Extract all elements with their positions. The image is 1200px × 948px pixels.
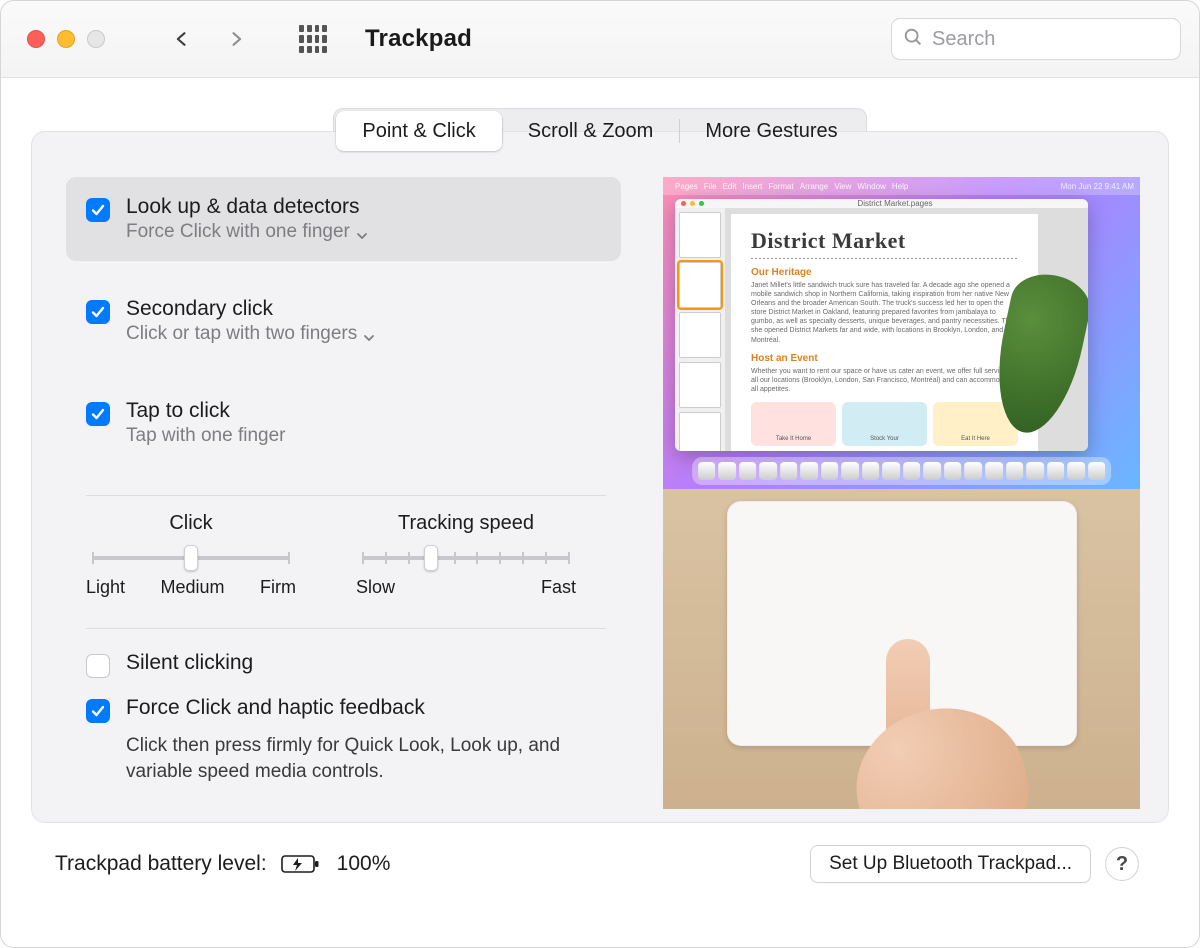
search-field[interactable] [891, 18, 1181, 60]
slider-tracking-speed[interactable] [356, 545, 576, 571]
option-tap-to-click[interactable]: Tap to click Tap with one finger [66, 381, 621, 465]
preview-menubar: Pages File Edit Insert Format Arrange Vi… [663, 177, 1140, 195]
preview-desktop: Pages File Edit Insert Format Arrange Vi… [663, 177, 1140, 489]
preview-pages-thumbnails [675, 208, 725, 451]
trackpad-prefs-window: Trackpad Point & Click Scroll & Zoom Mor… [0, 0, 1200, 948]
option-subtitle: Tap with one finger [126, 425, 286, 447]
option-title: Tap to click [126, 399, 286, 423]
slider-label: Slow [356, 577, 395, 598]
checkbox-silent-clicking[interactable] [86, 654, 110, 678]
battery-percentage: 100% [337, 852, 391, 876]
preview-paragraph: Janet Millet's little sandwich truck sur… [751, 281, 1018, 345]
preview-doc-title: District Market [751, 228, 1018, 254]
chevron-down-icon [363, 328, 375, 340]
checkbox-tap-to-click[interactable] [86, 402, 110, 426]
battery-charging-icon [281, 853, 321, 875]
preview-heading: Host an Event [751, 353, 1018, 364]
option-lookup-data-detectors[interactable]: Look up & data detectors Force Click wit… [66, 177, 621, 261]
option-secondary-click[interactable]: Secondary click Click or tap with two fi… [66, 279, 621, 363]
forward-button[interactable] [221, 24, 251, 54]
preview-card: Take It Home [751, 402, 836, 446]
preview-card: Stock Your [842, 402, 927, 446]
divider [86, 628, 606, 629]
option-subtitle-dropdown[interactable]: Click or tap with two fingers [126, 323, 375, 345]
tab-scroll-zoom[interactable]: Scroll & Zoom [502, 111, 680, 151]
search-icon [902, 26, 924, 53]
back-button[interactable] [167, 24, 197, 54]
window-toolbar: Trackpad [1, 1, 1199, 78]
window-footer: Trackpad battery level: 100% Set Up Blue… [31, 823, 1169, 883]
checkbox-secondary-click[interactable] [86, 300, 110, 324]
close-window-button[interactable] [27, 30, 45, 48]
help-button[interactable]: ? [1105, 847, 1139, 881]
checkbox-force-click[interactable] [86, 699, 110, 723]
show-all-prefs-button[interactable] [299, 25, 327, 53]
preview-menubar-time: Mon Jun 22 9:41 AM [1061, 182, 1134, 191]
slider-label: Fast [541, 577, 576, 598]
preview-trackpad-area [663, 489, 1140, 809]
settings-panel: Look up & data detectors Force Click wit… [31, 131, 1169, 823]
slider-click-heading: Click [86, 512, 296, 535]
window-title: Trackpad [365, 25, 472, 53]
tab-bar: Point & Click Scroll & Zoom More Gesture… [333, 108, 866, 154]
minimize-window-button[interactable] [57, 30, 75, 48]
slider-tracking-heading: Tracking speed [356, 512, 576, 535]
chevron-down-icon [356, 226, 368, 238]
tab-more-gestures[interactable]: More Gestures [679, 111, 863, 151]
option-title: Look up & data detectors [126, 195, 368, 219]
gesture-preview: Pages File Edit Insert Format Arrange Vi… [663, 177, 1140, 809]
option-subtitle-dropdown[interactable]: Force Click with one finger [126, 221, 368, 243]
checkbox-lookup[interactable] [86, 198, 110, 222]
preview-dock [692, 457, 1112, 485]
divider [86, 495, 606, 496]
zoom-window-button[interactable] [87, 30, 105, 48]
option-title: Silent clicking [126, 651, 253, 675]
option-title: Force Click and haptic feedback [126, 696, 425, 720]
slider-click-thumb[interactable] [184, 545, 198, 571]
preview-document-page: District Market Our Heritage Janet Mille… [731, 214, 1038, 451]
window-traffic-lights [27, 30, 105, 48]
battery-label: Trackpad battery level: [55, 852, 267, 876]
slider-tracking-thumb[interactable] [424, 545, 438, 571]
option-title: Secondary click [126, 297, 375, 321]
preview-doc-filename: District Market.pages [708, 199, 1082, 208]
slider-label: Firm [260, 577, 296, 598]
slider-label: Light [86, 577, 125, 598]
preview-hand-illustration [866, 639, 986, 809]
search-input[interactable] [924, 28, 1197, 51]
option-force-click[interactable]: Force Click and haptic feedback [86, 690, 626, 729]
slider-click[interactable] [86, 545, 296, 571]
tab-point-click[interactable]: Point & Click [336, 111, 501, 151]
option-silent-clicking[interactable]: Silent clicking [86, 645, 626, 684]
option-description: Click then press firmly for Quick Look, … [126, 733, 626, 784]
slider-label: Medium [161, 577, 225, 598]
preview-paragraph: Whether you want to rent our space or ha… [751, 367, 1018, 394]
preview-heading: Our Heritage [751, 267, 1018, 278]
setup-bluetooth-trackpad-button[interactable]: Set Up Bluetooth Trackpad... [810, 845, 1091, 883]
preview-pages-window: District Market.pages District Market Ou… [675, 199, 1088, 451]
preview-menubar-app: Pages [675, 182, 698, 191]
